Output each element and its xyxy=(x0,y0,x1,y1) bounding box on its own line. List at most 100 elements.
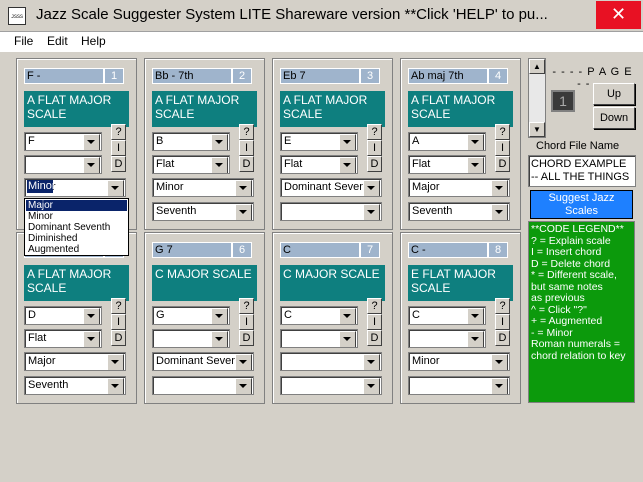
explain-scale-button[interactable]: ? xyxy=(367,298,382,314)
chevron-down-icon[interactable] xyxy=(339,308,356,324)
explain-scale-button[interactable]: ? xyxy=(111,298,126,314)
app-icon[interactable]: JSSS xyxy=(8,7,26,25)
ext-select[interactable] xyxy=(280,376,382,395)
root-select[interactable]: C xyxy=(280,306,358,325)
chevron-down-icon[interactable] xyxy=(235,204,252,220)
chord-name-field[interactable]: Eb 7 xyxy=(280,68,360,84)
explain-scale-button[interactable]: ? xyxy=(239,298,254,314)
delete-chord-button[interactable]: D xyxy=(495,330,510,346)
chevron-down-icon[interactable] xyxy=(211,157,228,173)
insert-chord-button[interactable]: I xyxy=(367,314,382,330)
root-select[interactable]: E xyxy=(280,132,358,151)
chevron-down-icon[interactable] xyxy=(339,134,356,150)
chevron-down-icon[interactable] xyxy=(211,331,228,347)
dropdown-option[interactable]: Major xyxy=(26,200,127,211)
root-select[interactable]: A xyxy=(408,132,486,151)
chevron-down-icon[interactable] xyxy=(235,180,252,196)
accidental-select[interactable] xyxy=(280,329,358,348)
insert-chord-button[interactable]: I xyxy=(495,140,510,156)
scroll-up-arrow-icon[interactable]: ▲ xyxy=(529,59,545,74)
explain-scale-button[interactable]: ? xyxy=(495,124,510,140)
dropdown-option[interactable]: Minor xyxy=(26,211,127,222)
chevron-down-icon[interactable] xyxy=(211,134,228,150)
ext-select[interactable]: Seventh xyxy=(152,202,254,221)
ext-select[interactable] xyxy=(280,202,382,221)
chord-name-field[interactable]: F - xyxy=(24,68,104,84)
chevron-down-icon[interactable] xyxy=(83,308,100,324)
accidental-select[interactable]: Flat xyxy=(408,155,486,174)
root-select[interactable]: C xyxy=(408,306,486,325)
delete-chord-button[interactable]: D xyxy=(239,156,254,172)
chevron-down-icon[interactable] xyxy=(83,331,100,347)
delete-chord-button[interactable]: D xyxy=(111,156,126,172)
type-select[interactable] xyxy=(280,352,382,371)
chevron-down-icon[interactable] xyxy=(235,378,252,394)
type-select[interactable]: Minor xyxy=(408,352,510,371)
chord-name-field[interactable]: C xyxy=(280,242,360,258)
page-up-button[interactable]: Up xyxy=(593,83,635,105)
menu-edit[interactable]: Edit xyxy=(47,34,68,48)
menu-file[interactable]: File xyxy=(14,34,33,48)
delete-chord-button[interactable]: D xyxy=(239,330,254,346)
root-select[interactable]: B xyxy=(152,132,230,151)
chevron-down-icon[interactable] xyxy=(83,134,100,150)
page-down-button[interactable]: Down xyxy=(593,107,635,129)
insert-chord-button[interactable]: I xyxy=(239,314,254,330)
chord-name-field[interactable]: G 7 xyxy=(152,242,232,258)
chevron-down-icon[interactable] xyxy=(107,354,124,370)
explain-scale-button[interactable]: ? xyxy=(111,124,126,140)
insert-chord-button[interactable]: I xyxy=(111,314,126,330)
delete-chord-button[interactable]: D xyxy=(367,156,382,172)
chevron-down-icon[interactable] xyxy=(467,308,484,324)
explain-scale-button[interactable]: ? xyxy=(495,298,510,314)
chevron-down-icon[interactable] xyxy=(491,354,508,370)
delete-chord-button[interactable]: D xyxy=(367,330,382,346)
delete-chord-button[interactable]: D xyxy=(111,330,126,346)
root-select[interactable]: G xyxy=(152,306,230,325)
menu-help[interactable]: Help xyxy=(81,34,106,48)
dropdown-option[interactable]: Diminished xyxy=(26,233,127,244)
ext-select[interactable]: Seventh xyxy=(24,376,126,395)
chevron-down-icon[interactable] xyxy=(363,180,380,196)
chevron-down-icon[interactable] xyxy=(467,331,484,347)
ext-select[interactable] xyxy=(152,376,254,395)
insert-chord-button[interactable]: I xyxy=(495,314,510,330)
accidental-select[interactable] xyxy=(152,329,230,348)
dropdown-option[interactable]: Augmented xyxy=(26,244,127,255)
chevron-down-icon[interactable] xyxy=(467,134,484,150)
chevron-down-icon[interactable] xyxy=(83,157,100,173)
suggest-jazz-scales-button[interactable]: Suggest Jazz Scales xyxy=(530,190,633,219)
chevron-down-icon[interactable] xyxy=(339,331,356,347)
ext-select[interactable] xyxy=(408,376,510,395)
scroll-down-arrow-icon[interactable]: ▼ xyxy=(529,122,545,137)
chevron-down-icon[interactable] xyxy=(211,308,228,324)
ext-select[interactable]: Seventh xyxy=(408,202,510,221)
accidental-select[interactable] xyxy=(24,155,102,174)
insert-chord-button[interactable]: I xyxy=(111,140,126,156)
chevron-down-icon[interactable] xyxy=(467,157,484,173)
type-select[interactable]: Minor xyxy=(152,178,254,197)
chevron-down-icon[interactable] xyxy=(235,354,252,370)
insert-chord-button[interactable]: I xyxy=(367,140,382,156)
type-select[interactable]: Major xyxy=(408,178,510,197)
explain-scale-button[interactable]: ? xyxy=(239,124,254,140)
page-scrollbar[interactable]: ▲ ▼ xyxy=(528,58,546,138)
chevron-down-icon[interactable] xyxy=(107,180,124,196)
accidental-select[interactable]: Flat xyxy=(152,155,230,174)
chevron-down-icon[interactable] xyxy=(363,378,380,394)
type-select[interactable]: Dominant Seventh xyxy=(280,178,382,197)
root-select[interactable]: F xyxy=(24,132,102,151)
dropdown-option[interactable]: Dominant Seventh xyxy=(26,222,127,233)
chevron-down-icon[interactable] xyxy=(363,354,380,370)
chevron-down-icon[interactable] xyxy=(363,204,380,220)
accidental-select[interactable]: Flat xyxy=(280,155,358,174)
chord-type-dropdown-list[interactable]: Major Minor Dominant Seventh Diminished Augm… xyxy=(24,198,129,256)
close-button[interactable]: ✕ xyxy=(596,1,641,29)
type-select[interactable]: Dominant Seventh xyxy=(152,352,254,371)
accidental-select[interactable] xyxy=(408,329,486,348)
chevron-down-icon[interactable] xyxy=(339,157,356,173)
type-select[interactable]: Major xyxy=(24,352,126,371)
chevron-down-icon[interactable] xyxy=(491,180,508,196)
delete-chord-button[interactable]: D xyxy=(495,156,510,172)
chevron-down-icon[interactable] xyxy=(491,378,508,394)
